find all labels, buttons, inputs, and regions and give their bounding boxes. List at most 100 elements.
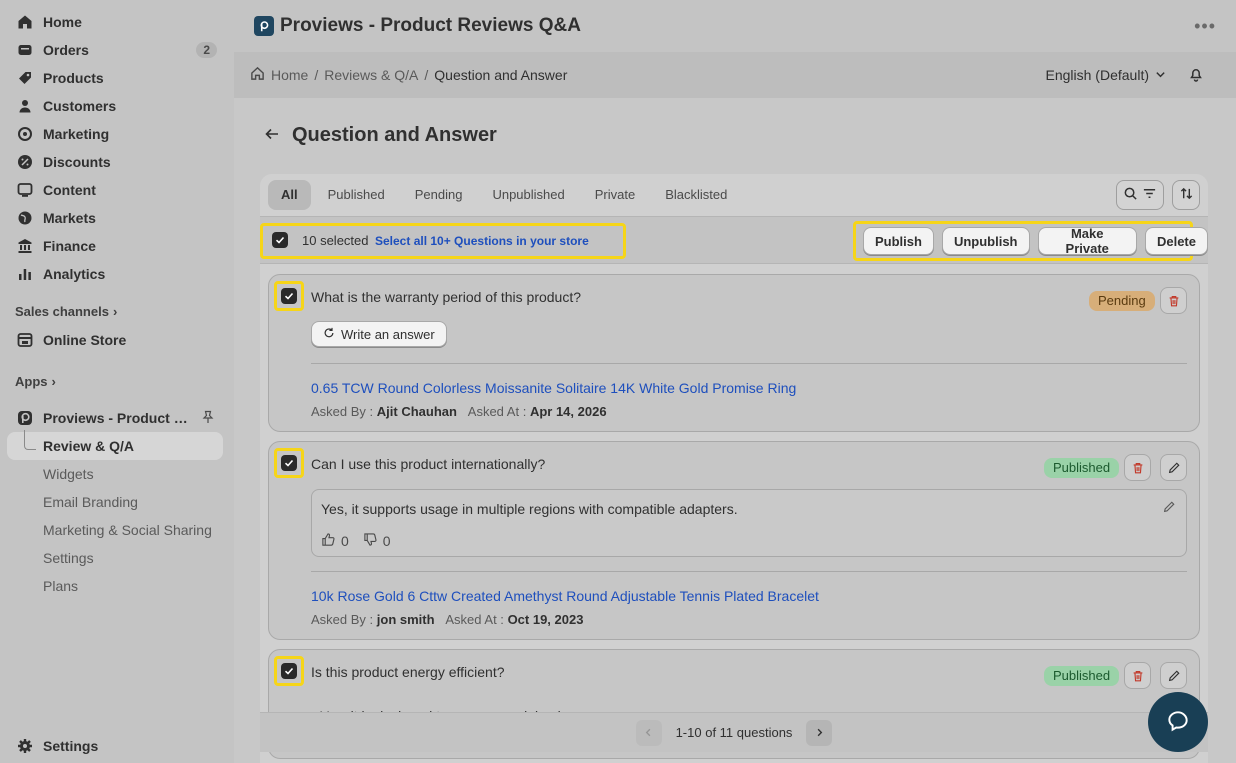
tab-blacklisted[interactable]: Blacklisted <box>652 180 740 210</box>
question-text: Is this product energy efficient? <box>311 664 505 680</box>
back-arrow-icon[interactable] <box>264 126 280 145</box>
search-icon <box>1123 186 1138 204</box>
sidebar-item-settings[interactable]: Settings <box>7 733 223 759</box>
sidebar-item-marketing[interactable]: Marketing <box>7 121 223 147</box>
proviews-logo-icon <box>17 410 33 426</box>
thumbs-down-icon <box>363 532 378 550</box>
tree-connector <box>24 430 36 450</box>
select-all-link[interactable]: Select all 10+ Questions in your store <box>375 234 589 248</box>
breadcrumb-current: Question and Answer <box>434 67 568 83</box>
sidebar-subitem-marketing-social[interactable]: Marketing & Social Sharing <box>43 522 212 538</box>
delete-icon[interactable] <box>1124 454 1151 481</box>
select-all-checkbox[interactable] <box>272 232 288 248</box>
question-checkbox[interactable] <box>281 663 297 679</box>
sort-button[interactable] <box>1172 180 1200 210</box>
sidebar-subitem-email-branding[interactable]: Email Branding <box>43 494 138 510</box>
sidebar-subitem-widgets[interactable]: Widgets <box>43 466 94 482</box>
breadcrumb-home[interactable]: Home <box>271 67 308 83</box>
sidebar-item-label: Proviews - Product Re... <box>43 410 193 426</box>
tab-unpublished[interactable]: Unpublished <box>479 180 577 210</box>
orders-icon <box>17 42 33 58</box>
tab-all[interactable]: All <box>268 180 311 210</box>
dislike-button[interactable]: 0 <box>363 532 391 550</box>
sidebar-item-customers[interactable]: Customers <box>7 93 223 119</box>
question-text: What is the warranty period of this prod… <box>311 289 582 305</box>
sidebar: Home Orders 2 Products Customers Marketi… <box>0 0 234 763</box>
bank-icon <box>17 238 33 254</box>
unpublish-button[interactable]: Unpublish <box>941 227 1030 255</box>
answer-box: Yes, it supports usage in multiple regio… <box>311 489 1187 557</box>
sidebar-subitem-settings[interactable]: Settings <box>43 550 94 566</box>
delete-icon[interactable] <box>1160 287 1187 314</box>
product-link[interactable]: 0.65 TCW Round Colorless Moissanite Soli… <box>311 380 796 396</box>
like-button[interactable]: 0 <box>321 532 349 550</box>
chat-launcher-button[interactable] <box>1148 692 1208 752</box>
questions-card: All Published Pending Unpublished Privat… <box>260 174 1208 763</box>
sidebar-item-content[interactable]: Content <box>7 177 223 203</box>
chevron-right-icon: › <box>51 374 56 389</box>
sidebar-item-label: Finance <box>43 238 96 254</box>
discount-icon <box>17 154 33 170</box>
breadcrumb: Home / Reviews & Q/A / Question and Answ… <box>250 66 567 84</box>
next-page-button[interactable] <box>806 719 833 746</box>
answer-text: Yes, it supports usage in multiple regio… <box>321 501 738 517</box>
delete-button[interactable]: Delete <box>1144 227 1208 255</box>
sidebar-item-home[interactable]: Home <box>7 9 223 35</box>
tab-pending[interactable]: Pending <box>402 180 476 210</box>
question-text: Can I use this product internationally? <box>311 456 546 472</box>
chat-bubble-icon <box>1165 708 1191 737</box>
tab-private[interactable]: Private <box>582 180 648 210</box>
pencil-icon[interactable] <box>1162 500 1176 517</box>
sidebar-item-label: Orders <box>43 42 89 58</box>
main-content: Question and Answer All Published Pendin… <box>234 98 1236 763</box>
apps-heading[interactable]: Apps › <box>15 374 56 389</box>
delete-icon[interactable] <box>1124 662 1151 689</box>
sidebar-item-markets[interactable]: Markets <box>7 205 223 231</box>
sidebar-subitem-plans[interactable]: Plans <box>43 578 78 594</box>
sidebar-item-label: Content <box>43 182 96 198</box>
selected-count: 10 selected <box>302 233 369 248</box>
home-icon[interactable] <box>250 66 265 84</box>
make-private-button[interactable]: Make Private <box>1037 226 1137 256</box>
tab-published[interactable]: Published <box>315 180 398 210</box>
sidebar-item-proviews-app[interactable]: Proviews - Product Re... <box>7 405 223 431</box>
sidebar-item-finance[interactable]: Finance <box>7 233 223 259</box>
sidebar-subitem-review-qa[interactable]: Review & Q/A <box>43 438 134 454</box>
pin-icon[interactable] <box>201 410 215 424</box>
prev-page-button[interactable] <box>635 719 662 746</box>
chart-bar-icon <box>17 266 33 282</box>
chevron-right-icon: › <box>112 304 118 319</box>
status-badge: Pending <box>1089 291 1155 311</box>
bell-icon[interactable] <box>1188 66 1204 82</box>
breadcrumb-bar: Home / Reviews & Q/A / Question and Answ… <box>234 52 1236 98</box>
sidebar-item-online-store[interactable]: Online Store <box>7 327 223 353</box>
publish-button[interactable]: Publish <box>863 227 934 255</box>
breadcrumb-reviews[interactable]: Reviews & Q/A <box>324 67 418 83</box>
sidebar-item-orders[interactable]: Orders 2 <box>7 37 223 63</box>
bulk-action-bar: 10 selected Select all 10+ Questions in … <box>260 216 1208 264</box>
sidebar-item-label: Markets <box>43 210 96 226</box>
sidebar-item-discounts[interactable]: Discounts <box>7 149 223 175</box>
sort-icon <box>1179 186 1194 204</box>
question-checkbox[interactable] <box>281 455 297 471</box>
more-options-icon[interactable]: ••• <box>1194 16 1216 37</box>
sidebar-item-products[interactable]: Products <box>7 65 223 91</box>
write-answer-button[interactable]: Write an answer <box>311 321 447 347</box>
question-checkbox[interactable] <box>281 288 297 304</box>
question-meta: Asked By : Ajit Chauhan Asked At : Apr 1… <box>311 404 607 419</box>
page-title: Question and Answer <box>292 124 497 146</box>
thumbs-up-icon <box>321 532 336 550</box>
sales-channels-heading[interactable]: Sales channels › <box>15 304 117 319</box>
edit-icon[interactable] <box>1160 662 1187 689</box>
edit-icon[interactable] <box>1160 454 1187 481</box>
language-select[interactable]: English (Default) <box>1046 67 1167 83</box>
app-header: Proviews - Product Reviews Q&A ••• <box>234 0 1236 52</box>
pagination: 1-10 of 11 questions <box>260 712 1208 752</box>
filter-icon <box>1142 186 1157 204</box>
product-link[interactable]: 10k Rose Gold 6 Cttw Created Amethyst Ro… <box>311 588 819 604</box>
sidebar-item-label: Discounts <box>43 154 111 170</box>
search-filter-button[interactable] <box>1116 180 1164 210</box>
sidebar-item-analytics[interactable]: Analytics <box>7 261 223 287</box>
filter-tabs: All Published Pending Unpublished Privat… <box>268 180 740 210</box>
sidebar-item-label: Home <box>43 14 82 30</box>
